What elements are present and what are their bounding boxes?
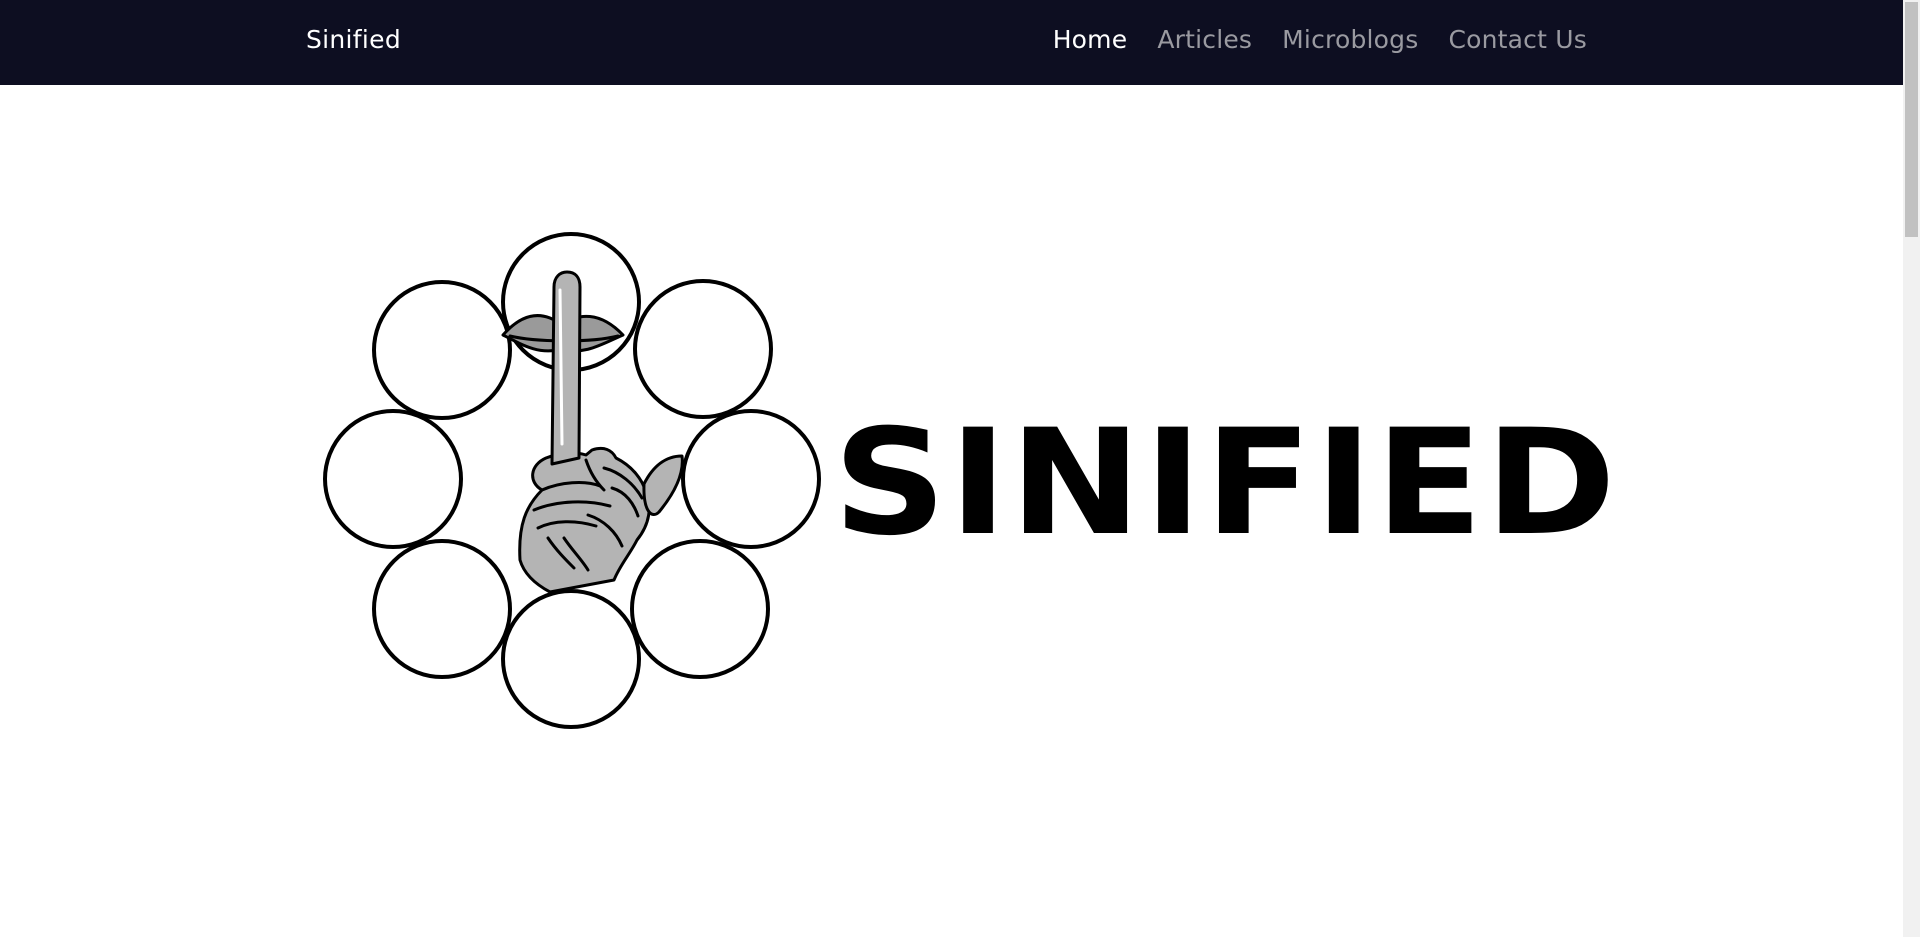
nav-links: Home Articles Microblogs Contact Us [1053,25,1587,54]
hero-logo: SINIFIED [300,220,1616,740]
shush-finger-circles-icon [323,232,821,729]
nav-articles[interactable]: Articles [1157,25,1252,54]
nav-contact-us[interactable]: Contact Us [1448,25,1587,54]
nav-home[interactable]: Home [1053,25,1128,54]
top-navbar: Sinified Home Articles Microblogs Contac… [0,0,1903,85]
brand-link[interactable]: Sinified [306,25,401,54]
site-wordmark: SINIFIED [833,398,1619,568]
nav-microblogs[interactable]: Microblogs [1282,25,1418,54]
scrollbar-thumb[interactable] [1905,2,1918,237]
